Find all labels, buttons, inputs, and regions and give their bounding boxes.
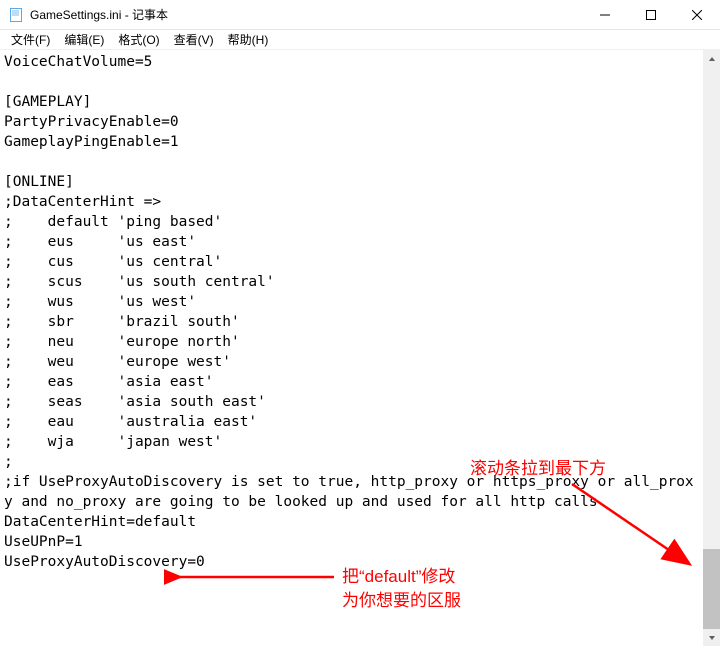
menu-bar: 文件(F) 编辑(E) 格式(O) 查看(V) 帮助(H) <box>0 30 720 50</box>
menu-format[interactable]: 格式(O) <box>111 30 166 49</box>
menu-view[interactable]: 查看(V) <box>167 30 221 49</box>
menu-help[interactable]: 帮助(H) <box>221 30 276 49</box>
notepad-icon <box>8 7 24 23</box>
scroll-up-arrow-icon[interactable] <box>703 50 720 67</box>
window-title: GameSettings.ini - 记事本 <box>30 6 582 23</box>
vertical-scrollbar[interactable] <box>703 50 720 646</box>
scroll-track[interactable] <box>703 67 720 629</box>
title-bar: GameSettings.ini - 记事本 <box>0 0 720 30</box>
window-controls <box>582 0 720 29</box>
maximize-button[interactable] <box>628 0 674 29</box>
scroll-down-arrow-icon[interactable] <box>703 629 720 646</box>
minimize-button[interactable] <box>582 0 628 29</box>
scroll-thumb[interactable] <box>703 549 720 629</box>
close-button[interactable] <box>674 0 720 29</box>
text-editor[interactable]: VoiceChatVolume=5 [GAMEPLAY] PartyPrivac… <box>0 50 703 646</box>
content-area: VoiceChatVolume=5 [GAMEPLAY] PartyPrivac… <box>0 50 720 646</box>
menu-file[interactable]: 文件(F) <box>4 30 57 49</box>
menu-edit[interactable]: 编辑(E) <box>57 30 111 49</box>
